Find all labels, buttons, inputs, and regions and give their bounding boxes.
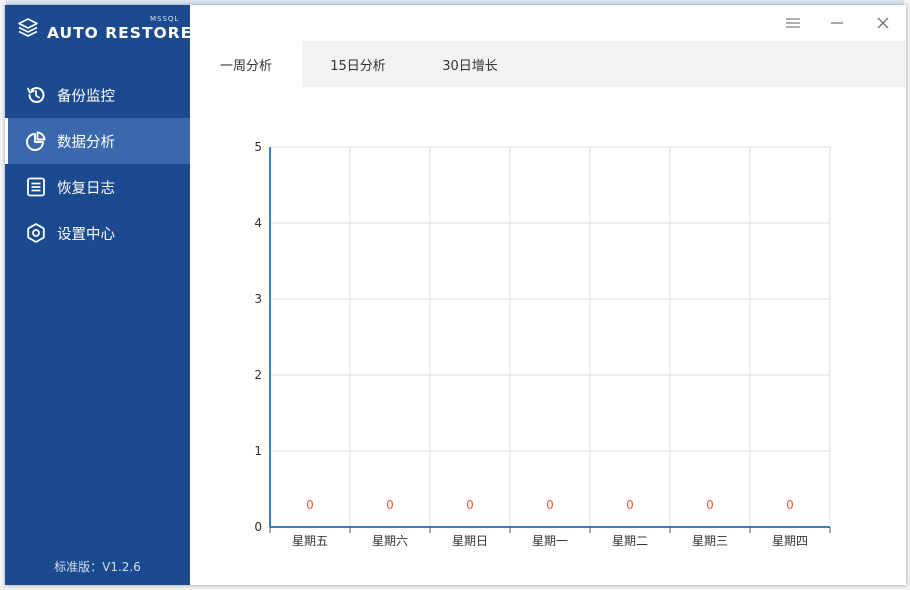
x-tick-label: 星期六 [372, 534, 408, 548]
sidebar-item-label: 设置中心 [57, 226, 115, 243]
data-label: 0 [626, 498, 634, 512]
data-label: 0 [786, 498, 794, 512]
tab-bar: 一周分析 15日分析 30日增长 [190, 41, 906, 87]
close-button[interactable] [869, 11, 897, 35]
main-panel: 一周分析 15日分析 30日增长 0 1 2 3 4 5 星期五 0 星期六 0 星期日 0 星期一 0 星… [190, 5, 906, 585]
tab-30-day-growth[interactable]: 30日增长 [414, 41, 526, 87]
minimize-icon [831, 22, 843, 24]
y-tick-label: 4 [254, 216, 262, 230]
x-tick-label: 星期五 [292, 534, 328, 548]
menu-icon [786, 18, 800, 28]
sidebar-item-label: 备份监控 [57, 88, 115, 105]
x-tick-label: 星期日 [452, 534, 488, 548]
sidebar-item-settings[interactable]: 设置中心 [5, 210, 190, 256]
brand-name: AUTO RESTORE [47, 24, 193, 42]
sidebar: AUTO RESTORE MSSQL 备份监控 数据分析 恢复日志 设置中心 标… [5, 5, 191, 585]
y-tick-label: 2 [254, 368, 262, 382]
chart-svg: 0 1 2 3 4 5 星期五 0 星期六 0 星期日 0 星期一 0 星期二 0 星期三 0 星期四 0 [254, 140, 831, 548]
app-window: AUTO RESTORE MSSQL 备份监控 数据分析 恢复日志 设置中心 标… [5, 5, 906, 585]
sidebar-item-label: 恢复日志 [57, 180, 115, 197]
y-tick-label: 0 [254, 520, 262, 534]
sidebar-item-label: 数据分析 [57, 134, 115, 151]
tab-15-day-analysis[interactable]: 15日分析 [302, 41, 414, 87]
sidebar-nav: 备份监控 数据分析 恢复日志 设置中心 [5, 72, 190, 256]
x-tick-label: 星期二 [612, 534, 648, 548]
sidebar-item-backup-monitor[interactable]: 备份监控 [5, 72, 190, 118]
history-icon [27, 87, 45, 103]
settings-icon [27, 223, 45, 243]
brand-subtitle: MSSQL [150, 15, 180, 23]
sidebar-item-data-analysis[interactable]: 数据分析 [5, 118, 190, 164]
data-label: 0 [546, 498, 554, 512]
x-tick-label: 星期四 [772, 534, 808, 548]
data-label: 0 [706, 498, 714, 512]
log-list-icon [27, 177, 45, 197]
tab-weekly-analysis[interactable]: 一周分析 [190, 41, 302, 87]
menu-button[interactable] [779, 11, 807, 35]
data-label: 0 [466, 498, 474, 512]
pie-chart-icon [26, 131, 46, 151]
x-tick-label: 星期一 [532, 534, 568, 548]
x-tick-label: 星期三 [692, 534, 728, 548]
sidebar-item-restore-log[interactable]: 恢复日志 [5, 164, 190, 210]
layers-logo-icon [18, 18, 38, 37]
y-tick-label: 5 [254, 140, 262, 154]
brand: AUTO RESTORE MSSQL [17, 13, 191, 47]
y-tick-label: 3 [254, 292, 262, 306]
data-label: 0 [386, 498, 394, 512]
data-label: 0 [306, 498, 314, 512]
version-label: 标准版：V1.2.6 [54, 560, 141, 574]
titlebar [190, 5, 906, 41]
weekly-chart: 0 1 2 3 4 5 星期五 0 星期六 0 星期日 0 星期一 0 星期二 0 星期三 0 星期四 0 [190, 87, 906, 585]
y-tick-label: 1 [254, 444, 262, 458]
minimize-button[interactable] [823, 11, 851, 35]
close-icon [877, 17, 889, 29]
